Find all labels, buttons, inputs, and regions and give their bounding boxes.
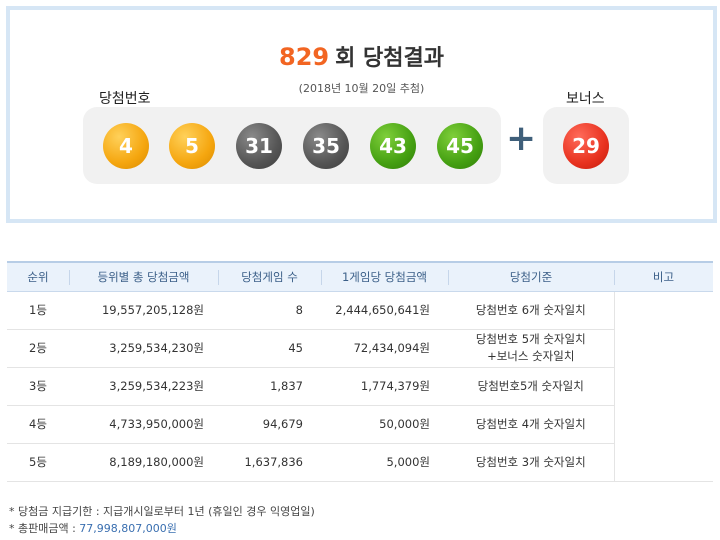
rank-cell: 2등 [7,329,69,368]
plus-icon: + [506,118,537,159]
criteria-line: 당첨번호 3개 숫자일치 [475,454,586,469]
criteria-line: 당첨번호 5개 숫자일치 [475,332,586,346]
total-cell: 4,733,950,000원 [69,405,218,444]
rank-cell: 3등 [7,367,69,406]
winning-ball: 45 [437,123,483,169]
rank-cell: 5등 [7,443,69,482]
table-row: 3등 3,259,534,223원 1,837 1,774,379원 당첨번호5… [7,367,713,406]
round-number: 829 [279,43,330,71]
table-row: 4등 4,733,950,000원 94,679 50,000원 당첨번호 4개… [7,405,713,444]
winning-balls-panel: 4 5 31 35 43 45 [83,107,501,184]
header-rank: 순위 [7,262,69,292]
games-cell: 45 [218,329,321,368]
table-header-row: 순위 등위별 총 당첨금액 당첨게임 수 1게임당 당첨금액 당첨기준 비고 [7,262,713,292]
winning-ball: 31 [236,123,282,169]
header-per-game: 1게임당 당첨금액 [321,262,448,292]
total-cell: 3,259,534,223원 [69,367,218,406]
header-games: 당첨게임 수 [218,262,321,292]
per-game-cell: 5,000원 [321,443,448,482]
criteria-line: +보너스 숫자일치 [487,349,575,363]
table-row: 5등 8,189,180,000원 1,637,836 5,000원 당첨번호 … [7,443,713,482]
total-sales-value: 77,998,807,000원 [79,522,177,535]
bonus-label: 보너스 [566,91,605,107]
criteria-cell: 당첨번호 4개 숫자일치 [448,405,614,444]
games-cell: 94,679 [218,405,321,444]
header-criteria: 당첨기준 [448,262,614,292]
table-row: 2등 3,259,534,230원 45 72,434,094원 당첨번호 5개… [7,329,713,368]
winning-ball: 5 [169,123,215,169]
bonus-ball: 29 [563,123,609,169]
total-cell: 8,189,180,000원 [69,443,218,482]
criteria-line: 당첨번호 6개 숫자일치 [475,302,586,317]
bonus-ball-panel: 29 [543,107,629,184]
games-cell: 1,837 [218,367,321,406]
games-cell: 8 [218,291,321,330]
prize-table: 순위 등위별 총 당첨금액 당첨게임 수 1게임당 당첨금액 당첨기준 비고 1… [7,261,713,482]
total-cell: 3,259,534,230원 [69,329,218,368]
footnotes: * 당첨금 지급기한 : 지급개시일로부터 1년 (휴일인 경우 익영업일) *… [9,503,315,537]
rank-cell: 4등 [7,405,69,444]
rank-cell: 1등 [7,291,69,330]
payment-deadline-note: * 당첨금 지급기한 : 지급개시일로부터 1년 (휴일인 경우 익영업일) [9,505,315,518]
per-game-cell: 50,000원 [321,405,448,444]
note-cell [613,291,713,482]
total-sales-label: * 총판매금액 : [9,522,80,535]
header-total: 등위별 총 당첨금액 [69,262,218,292]
total-sales-note: * 총판매금액 : 77,998,807,000원 [9,520,315,537]
winning-ball: 35 [303,123,349,169]
title-suffix: 회 당첨결과 [335,46,444,71]
header-note: 비고 [614,262,713,292]
criteria-line: 당첨번호5개 숫자일치 [477,378,584,393]
winning-ball: 4 [103,123,149,169]
per-game-cell: 72,434,094원 [321,329,448,368]
winning-numbers-label: 당첨번호 [99,91,151,107]
criteria-cell: 당첨번호 3개 숫자일치 [448,443,614,482]
criteria-cell: 당첨번호 5개 숫자일치 +보너스 숫자일치 [448,329,614,368]
criteria-cell: 당첨번호 6개 숫자일치 [448,291,614,330]
games-cell: 1,637,836 [218,443,321,482]
draw-title: 829 회 당첨결과 [10,40,713,72]
criteria-cell: 당첨번호5개 숫자일치 [448,367,614,406]
table-row: 1등 19,557,205,128원 8 2,444,650,641원 당첨번호… [7,291,713,482]
total-cell: 19,557,205,128원 [69,291,218,330]
per-game-cell: 2,444,650,641원 [321,291,448,330]
winning-ball: 43 [370,123,416,169]
criteria-line: 당첨번호 4개 숫자일치 [475,416,586,431]
per-game-cell: 1,774,379원 [321,367,448,406]
